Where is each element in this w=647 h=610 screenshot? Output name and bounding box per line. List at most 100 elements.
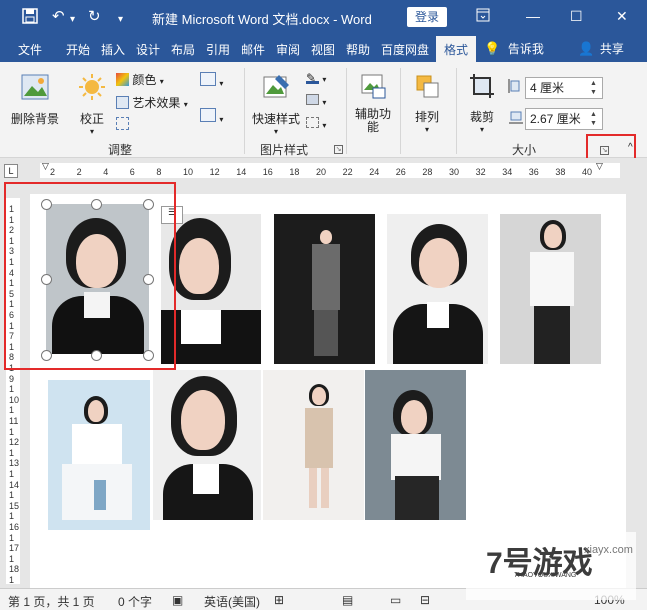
crop-button[interactable]: 裁剪 ▾ [462,72,502,134]
customize-quick-access-icon[interactable]: ▾ [118,11,123,29]
accessibility-label-line2: 能 [366,120,379,134]
photo-8[interactable] [263,370,364,520]
page-count[interactable]: 第 1 页，共 1 页 [8,593,95,610]
ruler-number: 20 [316,167,327,177]
indent-marker-icon[interactable]: ▽ [42,161,49,172]
picture-styles-launcher-icon[interactable]: ↘ [334,145,343,154]
color-button[interactable]: 颜色 ▾ [116,71,164,88]
ruler-number: 24 [369,167,380,177]
vertical-ruler-number: 1 [9,426,15,437]
vertical-ruler-number: 10 [9,394,20,405]
crop-label: 裁剪 [469,110,494,124]
pen-icon: ✎ [306,71,319,85]
ruler-number: 6 [129,167,135,177]
photo-3[interactable] [274,214,375,364]
tab-selector-icon[interactable]: L [4,164,18,178]
ruler-number: 22 [342,167,353,177]
tab-references[interactable]: 引用 [206,41,230,58]
print-layout-icon[interactable]: ▭ [390,593,401,607]
tab-review[interactable]: 审阅 [276,41,300,58]
photo-4[interactable] [387,214,488,364]
tab-mailings[interactable]: 邮件 [241,41,265,58]
tab-design[interactable]: 设计 [136,41,160,58]
undo-icon[interactable]: ↶ [52,8,65,26]
ruler-number: 30 [449,167,460,177]
transparency-icon [116,117,129,130]
picture-layout-button[interactable]: ▾ [306,117,326,131]
spinner-icon[interactable]: ▲ ▼ [590,79,600,97]
minimize-button[interactable]: — [526,8,540,24]
photo-9[interactable] [365,370,466,520]
artistic-effects-button[interactable]: 艺术效果 ▾ [116,94,188,111]
arrange-button[interactable]: 排列 ▾ [404,72,450,134]
quick-styles-icon [261,72,291,102]
arrange-icon [413,72,441,100]
horizontal-ruler: L ▽ ▽ 2 2 4 6 8 10 12 14 16 18 20 22 24 26 28 30 32 34 36 3… [0,158,647,184]
ribbon: 删除背景 校正 ▾ 颜色 ▾ 艺术效果 ▾ ▾ ▾ 调整 快速样式 ▾ ✎ ▾ … [0,62,647,158]
maximize-button[interactable]: ☐ [570,8,583,25]
ruler-number: 8 [156,167,162,177]
vertical-ruler-number: 1 [9,575,15,585]
redo-icon[interactable]: ↻ [88,8,101,26]
transparency-button[interactable] [116,117,129,131]
vertical-ruler-number: 18 [9,564,20,575]
vertical-ruler-number: 1 [9,490,15,501]
shape-height-input[interactable]: 4 厘米 ▲ ▼ [525,77,603,99]
save-icon[interactable] [22,8,38,29]
quick-styles-label: 快速样式 [251,112,300,126]
shape-width-input[interactable]: 2.67 厘米 ▲ ▼ [525,108,603,130]
chevron-down-icon: ▾ [159,77,164,86]
watermark-url: xiayx.com [584,544,633,556]
tell-me[interactable]: 💡 告诉我 [484,40,544,57]
tab-insert[interactable]: 插入 [101,41,125,58]
right-indent-marker-icon[interactable]: ▽ [596,161,603,172]
tab-home[interactable]: 开始 [66,41,90,58]
login-button[interactable]: 登录 [407,7,447,27]
crop-icon [468,72,496,100]
change-picture-icon [200,108,216,122]
person-icon: 👤 [578,41,595,56]
vertical-ruler-number: 1 [9,447,15,458]
group-separator [400,68,401,154]
share-button[interactable]: 👤 共享 [578,40,624,57]
picture-effects-button[interactable]: ▾ [306,94,326,108]
word-count[interactable]: 0 个字 [118,593,152,610]
compress-pictures-button[interactable]: ▾ [200,72,223,89]
change-picture-button[interactable]: ▾ [200,108,223,125]
tab-baidu-netdisk[interactable]: 百度网盘 [381,41,429,58]
close-button[interactable]: ✕ [616,8,628,25]
tab-view[interactable]: 视图 [311,41,335,58]
ruler-number: 28 [422,167,433,177]
corrections-button[interactable]: 校正 ▾ [74,72,110,136]
shape-height-value: 4 厘米 [530,81,565,95]
ribbon-display-icon[interactable] [476,8,490,25]
picture-border-button[interactable]: ✎ ▾ [306,71,326,85]
read-mode-icon[interactable]: ▤ [342,593,353,607]
tab-format[interactable]: 格式 [436,36,477,62]
corrections-label: 校正 [79,112,104,126]
picture-effects-icon [306,94,319,105]
photo-7[interactable] [153,370,261,520]
accessibility-status-icon[interactable]: ⊞ [274,593,284,607]
photo-6[interactable] [48,380,150,530]
proofing-icon[interactable]: ▣ [172,593,183,607]
vertical-ruler-number: 1 [9,384,15,395]
photo-2[interactable] [161,214,261,364]
tab-layout[interactable]: 布局 [171,41,195,58]
remove-background-button[interactable]: 删除背景 [6,72,64,127]
language-status[interactable]: 英语(美国) [204,593,260,610]
accessibility-button[interactable]: 辅助功 能 [350,72,396,134]
ruler-number: 38 [555,167,566,177]
shape-height-icon [508,78,522,97]
chevron-down-icon: ▾ [479,125,484,134]
web-layout-icon[interactable]: ⊟ [420,593,430,607]
tab-file[interactable]: 文件 [18,41,42,58]
undo-dropdown-icon[interactable]: ▾ [70,11,75,29]
photo-5[interactable] [500,214,601,364]
ruler-number: 4 [103,167,109,177]
shape-width-icon [508,110,524,127]
quick-styles-button[interactable]: 快速样式 ▾ [250,72,302,136]
chevron-down-icon: ▾ [322,75,327,84]
tab-help[interactable]: 帮助 [346,41,370,58]
spinner-icon[interactable]: ▲ ▼ [590,110,600,128]
